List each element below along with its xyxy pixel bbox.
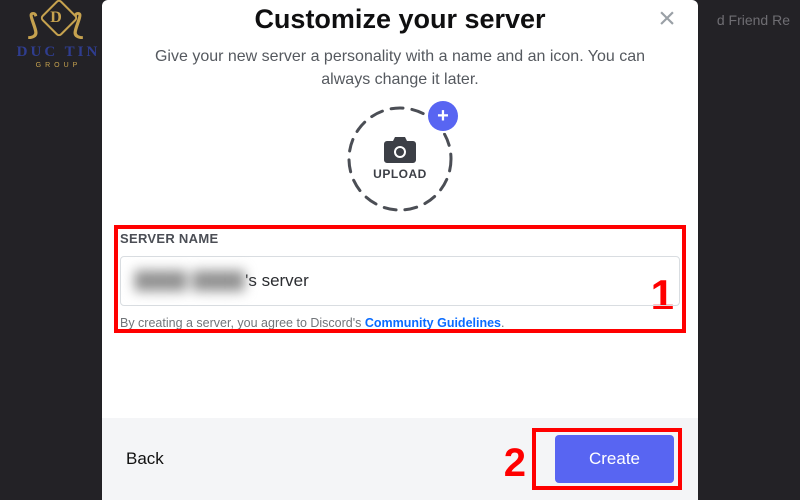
server-name-redacted: ████ ████ [135,271,245,291]
logo-brand-text: DUC TIN [6,44,111,61]
close-icon[interactable]: × [650,4,684,38]
community-guidelines-link[interactable]: Community Guidelines [365,316,501,330]
modal-title: Customize your server [102,4,698,35]
create-button[interactable]: Create [555,435,674,483]
agreement-prefix: By creating a server, you agree to Disco… [120,316,365,330]
modal-subtitle: Give your new server a personality with … [102,35,698,91]
modal-footer: Back Create 2 [102,418,698,500]
server-name-label: SERVER NAME [120,231,680,246]
logo-monogram: D [50,10,68,26]
watermark-logo: ⟆D⟅ DUC TIN GROUP [6,6,111,69]
server-name-input[interactable]: ████ ████'s server [120,256,680,306]
annotation-number-2: 2 [504,441,526,486]
back-button[interactable]: Back [126,449,164,469]
app-background: ⟆D⟅ DUC TIN GROUP d Friend Re × Customiz… [0,0,800,500]
server-name-suffix: 's server [245,271,309,291]
upload-server-icon[interactable]: UPLOAD + [346,105,454,213]
logo-wings-icon: ⟆D⟅ [6,6,111,40]
agreement-text: By creating a server, you agree to Disco… [120,316,680,330]
agreement-suffix: . [501,316,504,330]
logo-sub-text: GROUP [6,62,111,69]
background-partial-text: d Friend Re [717,12,790,28]
customize-server-modal: × Customize your server Give your new se… [102,0,698,500]
